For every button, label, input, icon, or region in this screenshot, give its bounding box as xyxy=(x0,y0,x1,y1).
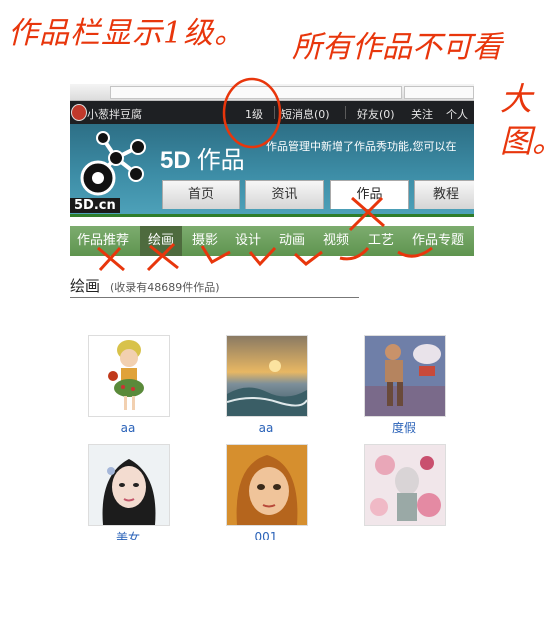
annotation-vertical-note: 大图。 xyxy=(500,80,545,160)
browser-toolbar xyxy=(70,84,474,101)
subnav-recommended[interactable]: 作品推荐 xyxy=(70,226,136,256)
subnav-animation[interactable]: 动画 xyxy=(273,226,311,256)
logo-text[interactable]: 5D.cn xyxy=(70,198,120,213)
avatar[interactable] xyxy=(71,104,87,121)
annotation-left-note: 作品栏显示1级。 xyxy=(8,16,246,51)
tab-news[interactable]: 资讯 xyxy=(245,180,324,209)
personal-link[interactable]: 个人 xyxy=(446,106,468,122)
subnav-craft[interactable]: 工艺 xyxy=(362,226,400,256)
tab-works[interactable]: 作品 xyxy=(330,180,409,209)
top-user-bar: 小葱拌豆腐 1级 短消息(0) 好友(0) 关注 个人 xyxy=(70,101,474,124)
work-caption[interactable]: 001 xyxy=(216,530,316,540)
section-count: (收录有48689件作品) xyxy=(110,281,220,294)
messages-link[interactable]: 短消息(0) xyxy=(281,106,330,122)
website-screenshot: 小葱拌豆腐 1级 短消息(0) 好友(0) 关注 个人 5D.cn 5D 作品 作… xyxy=(70,84,474,540)
tab-tutorials[interactable]: 教程 xyxy=(414,180,474,209)
brand-main: 5D xyxy=(160,147,191,174)
subnav-video[interactable]: 视频 xyxy=(317,226,355,256)
section-title: 绘画 xyxy=(70,277,101,295)
username-link[interactable]: 小葱拌豆腐 xyxy=(87,106,142,122)
section-underline xyxy=(70,297,359,298)
work-thumbnail[interactable] xyxy=(88,335,170,417)
subnav-design[interactable]: 设计 xyxy=(230,226,266,256)
user-level: 1级 xyxy=(245,108,263,121)
browser-search-box[interactable] xyxy=(404,86,474,99)
category-nav: 作品推荐 绘画 摄影 设计 动画 视频 工艺 作品专题 xyxy=(70,226,474,256)
work-caption[interactable]: aa xyxy=(78,421,178,435)
nav-divider xyxy=(70,214,474,217)
logo-graphic-icon[interactable] xyxy=(74,130,154,208)
site-brand[interactable]: 5D 作品 xyxy=(160,140,245,175)
work-thumbnail[interactable] xyxy=(88,444,170,526)
brand-sub: 作品 xyxy=(196,147,245,174)
work-thumbnail[interactable] xyxy=(364,335,446,417)
work-caption[interactable]: 度假 xyxy=(354,419,454,436)
follow-link[interactable]: 关注 xyxy=(411,106,433,122)
browser-address-bar[interactable] xyxy=(110,86,402,99)
header-notice[interactable]: 作品管理中新增了作品秀功能,您可以在 xyxy=(266,138,457,154)
work-caption[interactable]: aa xyxy=(216,421,316,435)
annotation-right-note: 所有作品不可看 xyxy=(292,30,502,65)
subnav-photography[interactable]: 摄影 xyxy=(186,226,224,256)
work-thumbnail[interactable] xyxy=(226,444,308,526)
friends-link[interactable]: 好友(0) xyxy=(357,106,395,122)
work-thumbnail[interactable] xyxy=(364,444,446,526)
subnav-topics[interactable]: 作品专题 xyxy=(407,226,469,256)
subnav-painting[interactable]: 绘画 xyxy=(140,226,182,256)
work-caption[interactable]: 美女 xyxy=(78,529,178,540)
work-thumbnail[interactable] xyxy=(226,335,308,417)
tab-home[interactable]: 首页 xyxy=(162,180,240,209)
divider xyxy=(345,106,346,119)
site-header: 5D.cn 5D 作品 作品管理中新增了作品秀功能,您可以在 首页 资讯 作品 教… xyxy=(70,124,474,216)
divider xyxy=(274,106,275,119)
